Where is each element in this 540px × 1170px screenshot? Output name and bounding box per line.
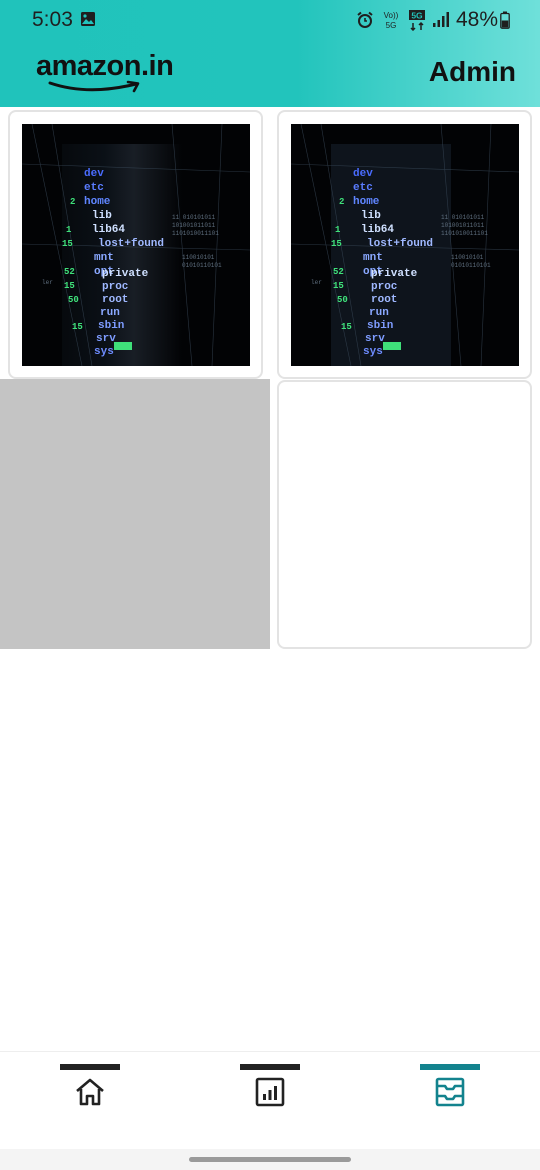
svg-text:run: run <box>369 307 389 319</box>
svg-text:52: 52 <box>333 267 344 277</box>
gesture-bar <box>0 1149 540 1170</box>
svg-text:01010110101: 01010110101 <box>182 262 222 269</box>
home-icon <box>76 1078 104 1106</box>
page-title: Admin <box>428 56 516 87</box>
svg-text:101001011011: 101001011011 <box>172 222 216 229</box>
nav-indicator <box>240 1064 300 1070</box>
svg-text:15: 15 <box>331 239 342 249</box>
status-bar: 5:03 Vo)) 5G 5G 48% <box>0 0 540 40</box>
svg-text:5G: 5G <box>411 11 423 21</box>
svg-text:01010110101: 01010110101 <box>451 262 491 269</box>
svg-text:lib64: lib64 <box>361 224 394 236</box>
alarm-icon <box>356 11 374 29</box>
svg-text:1: 1 <box>335 225 341 235</box>
svg-text:2: 2 <box>339 197 344 207</box>
svg-text:ler: ler <box>42 279 53 286</box>
gallery-notification-icon <box>80 11 96 27</box>
nav-indicator <box>60 1064 120 1070</box>
svg-text:15: 15 <box>64 281 75 291</box>
svg-text:root: root <box>102 294 128 306</box>
svg-text:private: private <box>371 268 418 280</box>
signal-icon <box>432 11 450 29</box>
svg-text:15: 15 <box>333 281 344 291</box>
status-icons: Vo)) 5G 5G 48% <box>350 6 510 34</box>
bar-chart-icon <box>255 1077 285 1107</box>
svg-text:1101010011101: 1101010011101 <box>172 230 219 237</box>
svg-text:proc: proc <box>371 281 397 293</box>
svg-text:11 010101011: 11 010101011 <box>441 214 485 221</box>
5g-icon: 5G <box>408 9 426 31</box>
svg-text:sys: sys <box>94 346 114 358</box>
svg-text:home: home <box>84 196 111 208</box>
code-terminal-image: dev etc home lib lib64 lost+found mnt op… <box>22 124 250 366</box>
svg-text:dev: dev <box>84 168 104 180</box>
svg-text:50: 50 <box>337 295 348 305</box>
svg-text:mnt: mnt <box>363 252 383 264</box>
svg-text:15: 15 <box>62 239 73 249</box>
nav-inbox[interactable] <box>420 1064 480 1124</box>
logo-smile-icon <box>48 80 140 93</box>
svg-text:etc: etc <box>84 182 104 194</box>
svg-text:sys: sys <box>363 346 383 358</box>
svg-text:5G: 5G <box>386 21 397 30</box>
svg-text:proc: proc <box>102 281 128 293</box>
grid-card-2[interactable]: dev etc home lib lib64 lost+found mnt op… <box>277 110 532 379</box>
svg-text:srv: srv <box>365 333 385 345</box>
svg-text:mnt: mnt <box>94 252 114 264</box>
svg-text:Vo)): Vo)) <box>384 11 399 20</box>
inbox-icon <box>435 1077 465 1107</box>
grid-placeholder-3[interactable] <box>0 379 270 649</box>
nav-stats[interactable] <box>240 1064 300 1124</box>
code-terminal-image: dev etc home lib lib64 lost+found mnt op… <box>291 124 519 366</box>
svg-text:2: 2 <box>70 197 75 207</box>
svg-text:sbin: sbin <box>367 320 393 332</box>
status-time: 5:03 <box>32 8 73 31</box>
svg-text:1: 1 <box>66 225 72 235</box>
svg-text:home: home <box>353 196 380 208</box>
svg-text:private: private <box>102 268 149 280</box>
svg-text:11 010101011: 11 010101011 <box>172 214 216 221</box>
svg-text:etc: etc <box>353 182 373 194</box>
svg-text:lib: lib <box>92 210 112 222</box>
home-gesture-pill[interactable] <box>189 1157 351 1162</box>
svg-text:lib64: lib64 <box>92 224 125 236</box>
svg-text:50: 50 <box>68 295 79 305</box>
nav-indicator <box>420 1064 480 1070</box>
svg-text:lost+found: lost+found <box>367 238 433 250</box>
svg-text:101001011011: 101001011011 <box>441 222 485 229</box>
grid-card-4[interactable] <box>277 380 532 649</box>
svg-text:sbin: sbin <box>98 320 124 332</box>
amazon-logo[interactable]: amazon.in <box>36 50 176 94</box>
nav-home[interactable] <box>60 1064 120 1124</box>
bottom-navigation <box>0 1051 540 1150</box>
battery-icon <box>500 11 510 29</box>
svg-text:run: run <box>100 307 120 319</box>
svg-text:15: 15 <box>341 322 352 332</box>
app-header: 5:03 Vo)) 5G 5G 48% amazon.in Admin <box>0 0 540 107</box>
battery-percent: 48% <box>455 8 498 31</box>
svg-text:lost+found: lost+found <box>98 238 164 250</box>
grid-card-1[interactable]: dev etc home lib lib64 lost+found mnt op… <box>8 110 263 379</box>
volte-icon: Vo)) 5G <box>380 9 402 31</box>
svg-text:root: root <box>371 294 397 306</box>
svg-text:dev: dev <box>353 168 373 180</box>
svg-text:1101010011101: 1101010011101 <box>441 230 488 237</box>
svg-text:lib: lib <box>361 210 381 222</box>
logo-text: amazon.in <box>36 50 174 82</box>
svg-text:110010101: 110010101 <box>182 254 215 261</box>
svg-text:srv: srv <box>96 333 116 345</box>
svg-text:15: 15 <box>72 322 83 332</box>
svg-text:110010101: 110010101 <box>451 254 484 261</box>
svg-text:52: 52 <box>64 267 75 277</box>
svg-text:ler: ler <box>311 279 322 286</box>
